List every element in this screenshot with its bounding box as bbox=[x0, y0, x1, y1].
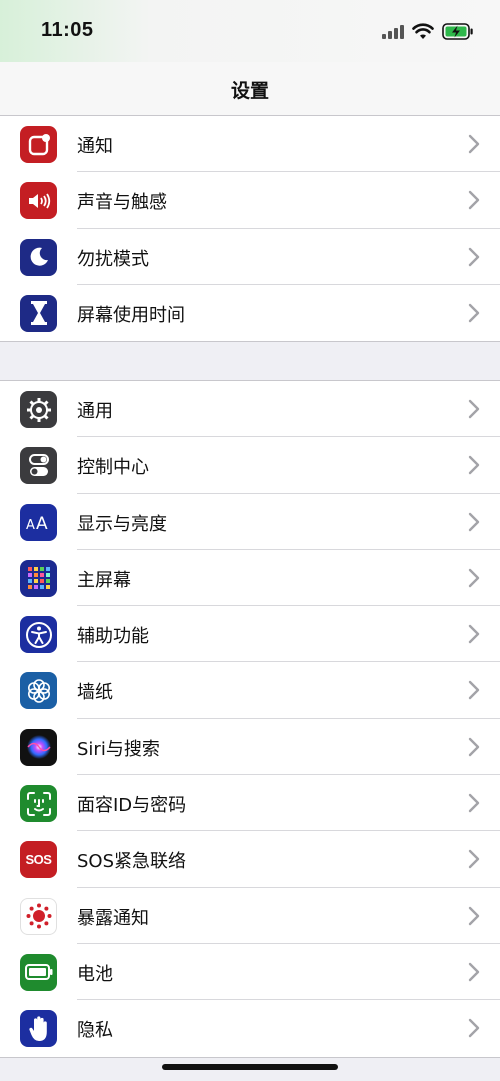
moon-icon bbox=[20, 238, 57, 276]
settings-row-battery[interactable]: 电池 bbox=[0, 944, 500, 1001]
accessibility-icon bbox=[20, 616, 57, 654]
settings-row-general[interactable]: 通用 bbox=[0, 381, 500, 438]
settings-screen: 11:05 设置 通知 声音与触感 勿扰模式 屏幕使用时间 通用 控制中心 A … bbox=[0, 0, 500, 1081]
settings-row-face-id-passcode[interactable]: 面容ID与密码 bbox=[0, 775, 500, 832]
chevron-right-icon bbox=[468, 399, 480, 419]
chevron-right-icon bbox=[468, 191, 480, 210]
settings-row-label: 面容ID与密码 bbox=[77, 795, 187, 817]
svg-text:A: A bbox=[36, 514, 48, 533]
status-time: 11:05 bbox=[41, 19, 94, 41]
settings-row-accessibility[interactable]: 辅助功能 bbox=[0, 606, 500, 663]
status-icons bbox=[382, 21, 474, 41]
settings-row-wallpaper[interactable]: 墙纸 bbox=[0, 662, 500, 719]
wifi-icon bbox=[412, 22, 434, 39]
sos-icon: SOS bbox=[20, 841, 57, 879]
settings-row-screen-time[interactable]: 屏幕使用时间 bbox=[0, 285, 500, 341]
settings-row-emergency-sos[interactable]: SOS SOS紧急联络 bbox=[0, 831, 500, 888]
settings-row-label: 控制中心 bbox=[77, 457, 149, 479]
siri-icon bbox=[20, 728, 57, 766]
signal-icon bbox=[382, 24, 404, 39]
settings-row-siri-search[interactable]: Siri与搜索 bbox=[0, 719, 500, 776]
chevron-right-icon bbox=[468, 568, 480, 588]
settings-row-exposure-notifications[interactable]: 暴露通知 bbox=[0, 888, 500, 944]
chevron-right-icon bbox=[468, 624, 480, 644]
app-grid-icon bbox=[20, 559, 57, 597]
settings-row-sounds-haptics[interactable]: 声音与触感 bbox=[0, 172, 500, 229]
settings-row-label: 屏幕使用时间 bbox=[77, 304, 185, 326]
settings-group-2: 通用 控制中心 AA 显示与亮度 主屏幕 辅助功能 墙纸 Siri与搜索 面容I… bbox=[0, 380, 500, 1058]
settings-row-privacy[interactable]: 隐私 bbox=[0, 1000, 500, 1056]
settings-group-1: 通知 声音与触感 勿扰模式 屏幕使用时间 bbox=[0, 116, 500, 343]
chevron-right-icon bbox=[468, 456, 480, 475]
chevron-right-icon bbox=[468, 303, 480, 323]
text-size-icon: AA bbox=[20, 503, 57, 541]
chevron-right-icon bbox=[468, 134, 480, 154]
settings-row-control-center[interactable]: 控制中心 bbox=[0, 437, 500, 494]
settings-row-label: 通用 bbox=[77, 401, 113, 422]
settings-row-label: SOS紧急联络 bbox=[77, 851, 187, 873]
notifications-icon bbox=[20, 126, 57, 163]
page-title: 设置 bbox=[230, 80, 269, 102]
navigation-bar: 设置 bbox=[0, 62, 500, 116]
battery-icon bbox=[20, 953, 57, 991]
status-bar: 11:05 bbox=[0, 0, 500, 62]
settings-row-notifications[interactable]: 通知 bbox=[0, 116, 500, 173]
chevron-right-icon bbox=[468, 512, 480, 531]
toggles-icon bbox=[20, 447, 57, 485]
settings-row-home-screen[interactable]: 主屏幕 bbox=[0, 550, 500, 607]
settings-row-label: 电池 bbox=[77, 963, 113, 985]
settings-row-do-not-disturb[interactable]: 勿扰模式 bbox=[0, 229, 500, 285]
settings-row-label: 声音与触感 bbox=[77, 192, 167, 214]
hand-icon bbox=[20, 1010, 57, 1048]
chevron-right-icon bbox=[468, 906, 480, 925]
settings-row-display-brightness[interactable]: AA 显示与亮度 bbox=[0, 494, 500, 550]
settings-row-label: 主屏幕 bbox=[77, 569, 131, 591]
settings-row-label: Siri与搜索 bbox=[77, 738, 160, 760]
hourglass-icon bbox=[20, 294, 57, 332]
settings-row-label: 辅助功能 bbox=[77, 626, 149, 648]
home-indicator[interactable] bbox=[162, 1064, 338, 1070]
svg-text:A: A bbox=[26, 518, 35, 533]
exposure-icon bbox=[20, 897, 57, 935]
sos-icon-text: SOS bbox=[25, 852, 52, 868]
speaker-icon bbox=[20, 182, 57, 220]
settings-row-label: 显示与亮度 bbox=[77, 513, 167, 535]
settings-row-label: 暴露通知 bbox=[77, 907, 149, 929]
settings-row-label: 勿扰模式 bbox=[77, 248, 149, 270]
settings-row-label: 隐私 bbox=[77, 1020, 113, 1042]
chevron-right-icon bbox=[468, 850, 480, 869]
settings-row-label: 墙纸 bbox=[77, 682, 113, 704]
battery-charging-icon bbox=[442, 22, 473, 40]
chevron-right-icon bbox=[468, 247, 480, 266]
chevron-right-icon bbox=[468, 962, 480, 982]
settings-row-label: 通知 bbox=[77, 136, 113, 157]
chevron-right-icon bbox=[468, 737, 480, 756]
chevron-right-icon bbox=[468, 793, 480, 813]
flower-icon bbox=[20, 672, 57, 710]
chevron-right-icon bbox=[468, 1019, 480, 1038]
face-id-icon bbox=[20, 785, 57, 823]
chevron-right-icon bbox=[468, 681, 480, 700]
gear-icon bbox=[20, 391, 57, 428]
